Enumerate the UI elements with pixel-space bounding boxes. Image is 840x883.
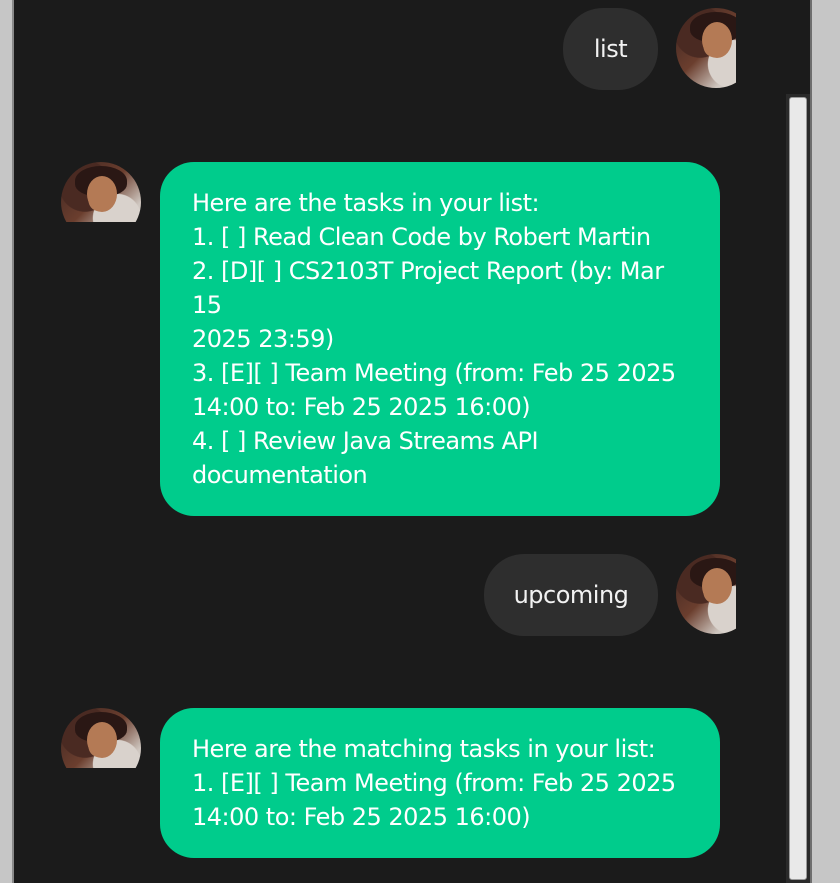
bot-message-line: Here are the matching tasks in your list… [192,735,656,763]
bot-message-line: 1. [ ] Read Clean Code by Robert Martin [192,223,651,251]
user-message-bubble: list [563,8,658,90]
bot-message-line: 3. [E][ ] Team Meeting (from: Feb 25 202… [192,359,676,387]
bot-message-line: 14:00 to: Feb 25 2025 16:00) [192,803,531,831]
vertical-scrollbar[interactable] [786,94,810,883]
user-message-text: list [593,35,628,63]
user-message-bubble: upcoming [484,554,658,636]
bot-avatar-icon [61,162,141,222]
bot-message-line: documentation [192,461,368,489]
bot-message-line: 2025 23:59) [192,325,334,353]
user-avatar-icon [676,8,736,88]
chat-dialog-area[interactable]: list Here are the tasks in your list: 1.… [14,0,784,883]
bot-message-line: Here are the tasks in your list: [192,189,540,217]
scrollbar-thumb[interactable] [789,97,807,880]
bot-message-line: 2. [D][ ] CS2103T Project Report (by: Ma… [192,257,664,319]
bot-message-line: 14:00 to: Feb 25 2025 16:00) [192,393,531,421]
user-message-text: upcoming [513,581,629,609]
bot-message-line: 1. [E][ ] Team Meeting (from: Feb 25 202… [192,769,676,797]
bot-message-line: 4. [ ] Review Java Streams API [192,427,539,455]
bot-message-bubble: Here are the matching tasks in your list… [160,708,720,858]
bot-avatar-icon [61,708,141,768]
user-avatar-icon [676,554,736,634]
bot-message-bubble: Here are the tasks in your list: 1. [ ] … [160,162,720,516]
chat-window: list Here are the tasks in your list: 1.… [12,0,812,883]
